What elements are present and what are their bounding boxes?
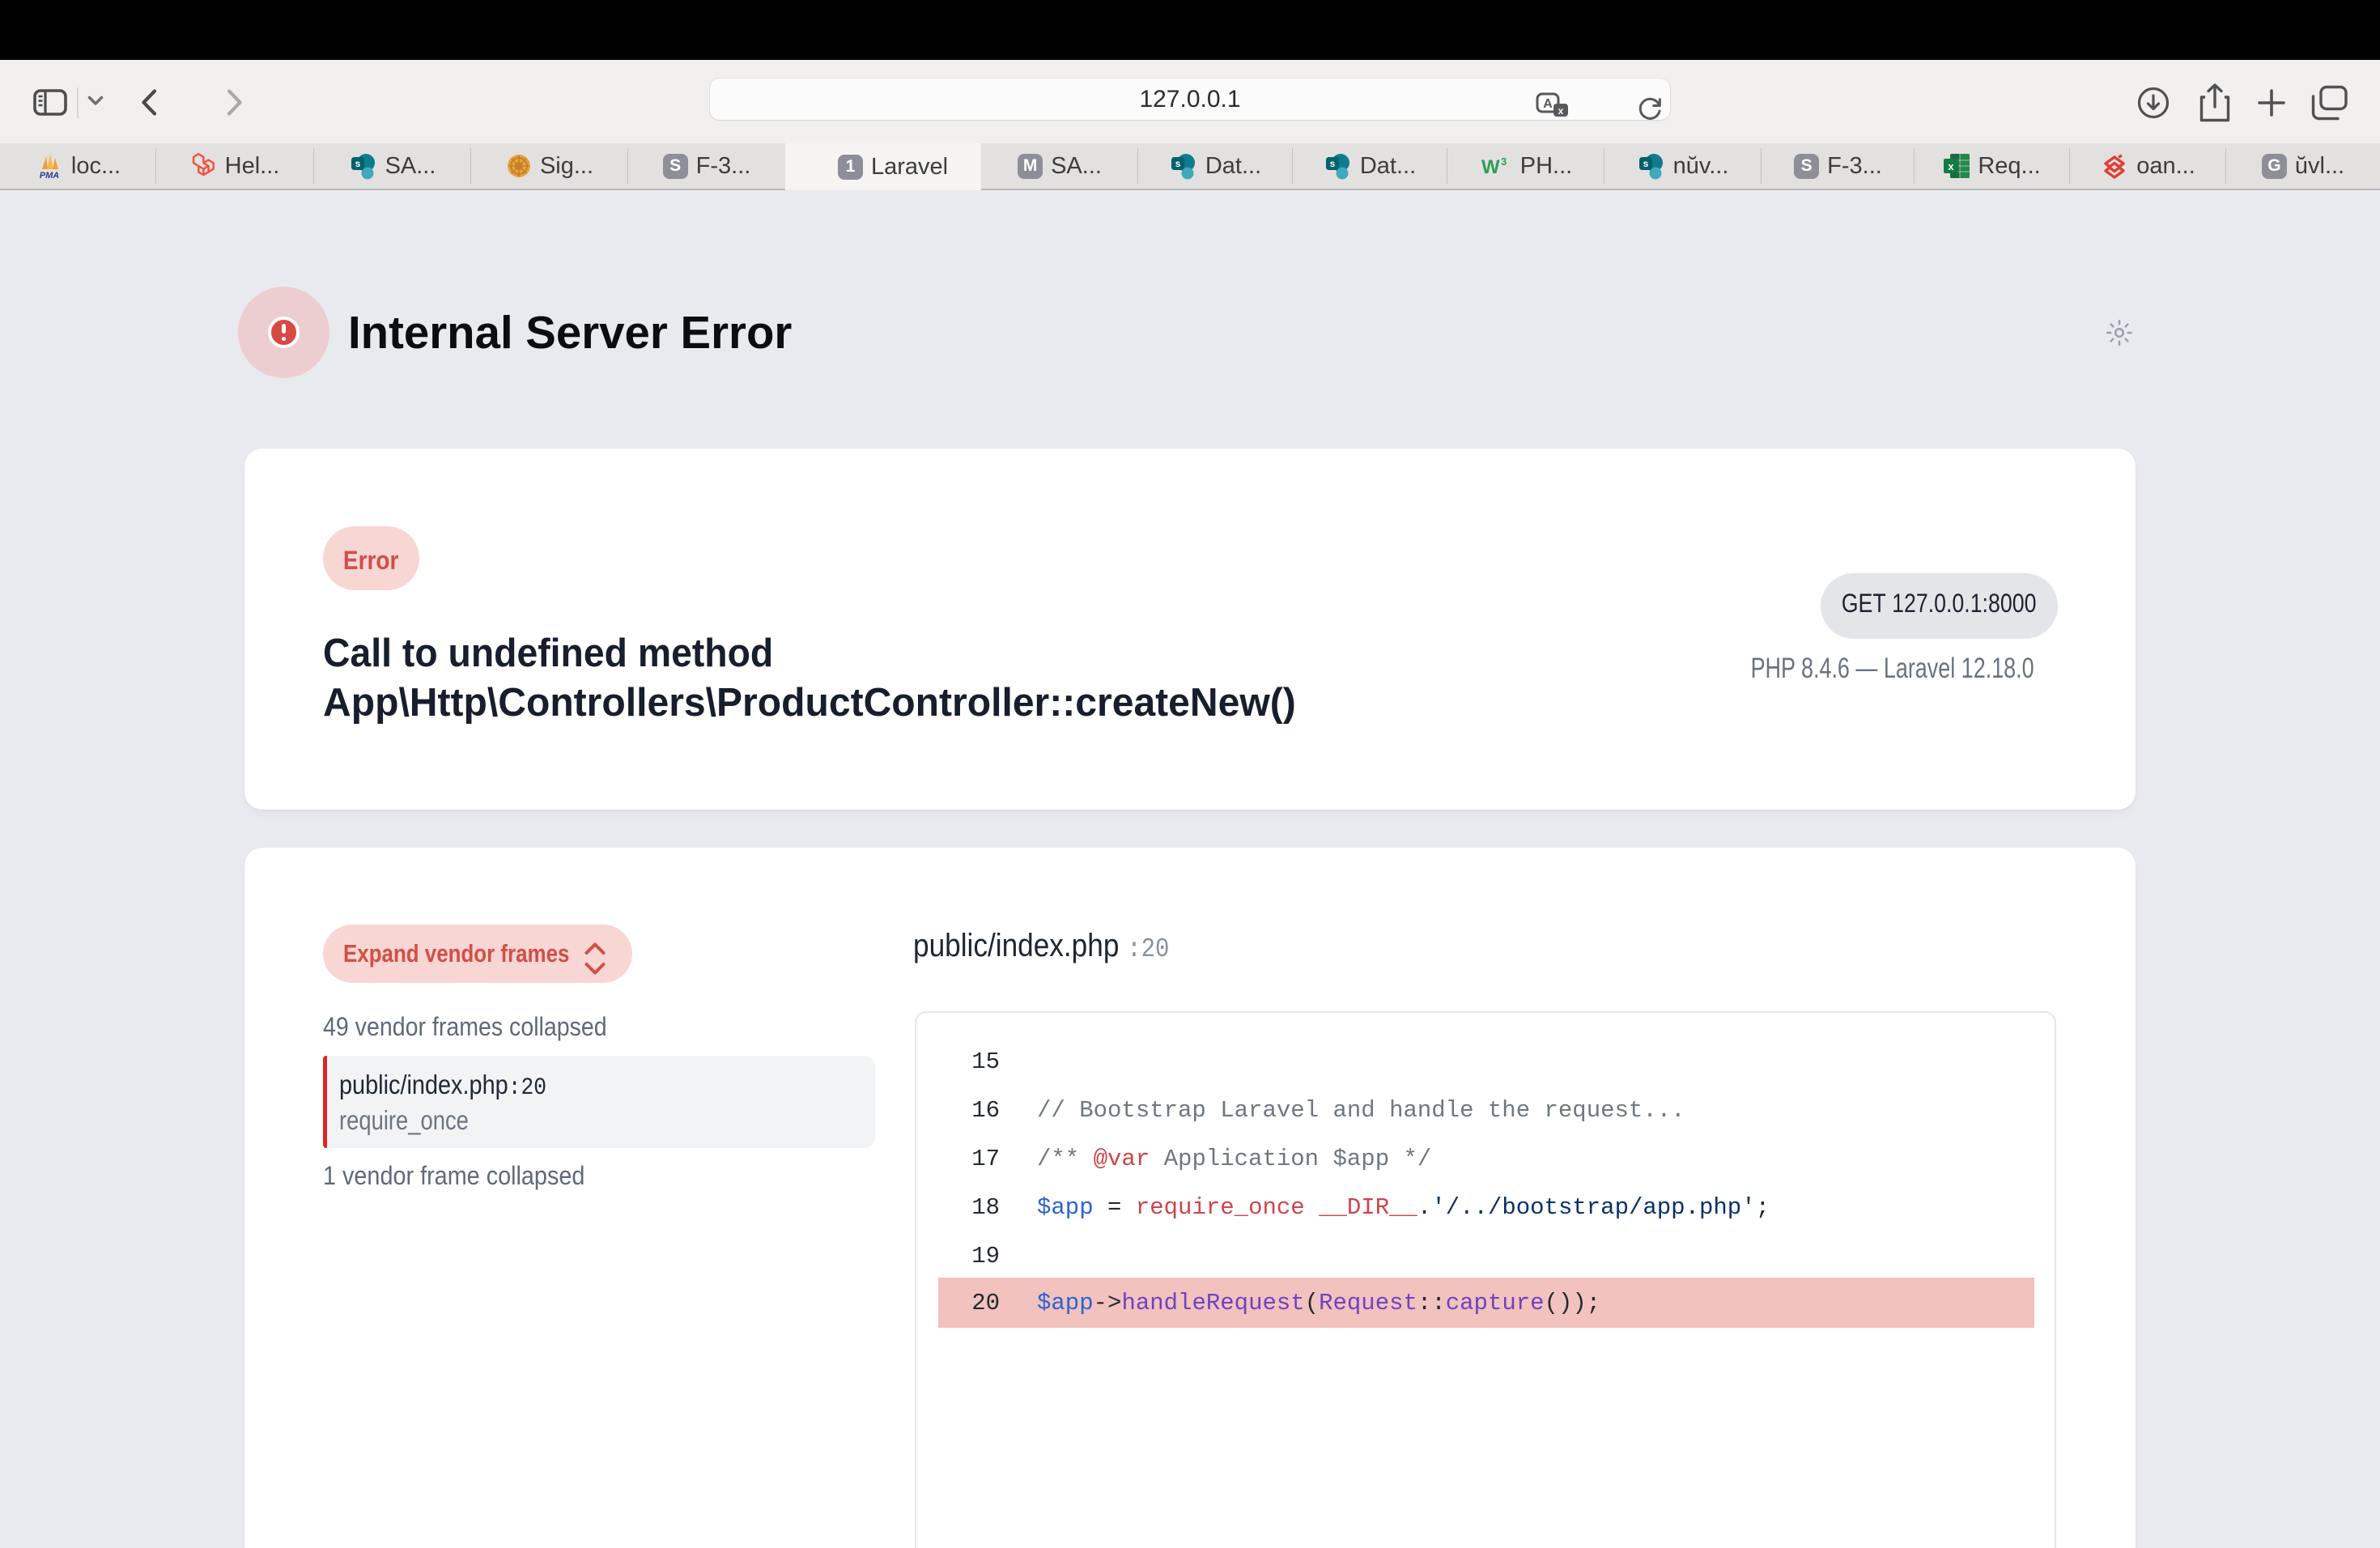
svg-text:PMA: PMA: [40, 171, 60, 179]
svg-text:s: s: [1175, 158, 1181, 169]
svg-text:W: W: [1481, 156, 1500, 178]
svg-text:x: x: [1558, 105, 1564, 117]
svg-text:s: s: [1643, 158, 1648, 169]
svg-text:A: A: [1543, 97, 1553, 111]
svg-text:x: x: [1949, 160, 1955, 172]
svg-text:s: s: [1330, 158, 1336, 169]
svg-text:3: 3: [1501, 155, 1507, 168]
svg-text:s: s: [355, 158, 360, 169]
